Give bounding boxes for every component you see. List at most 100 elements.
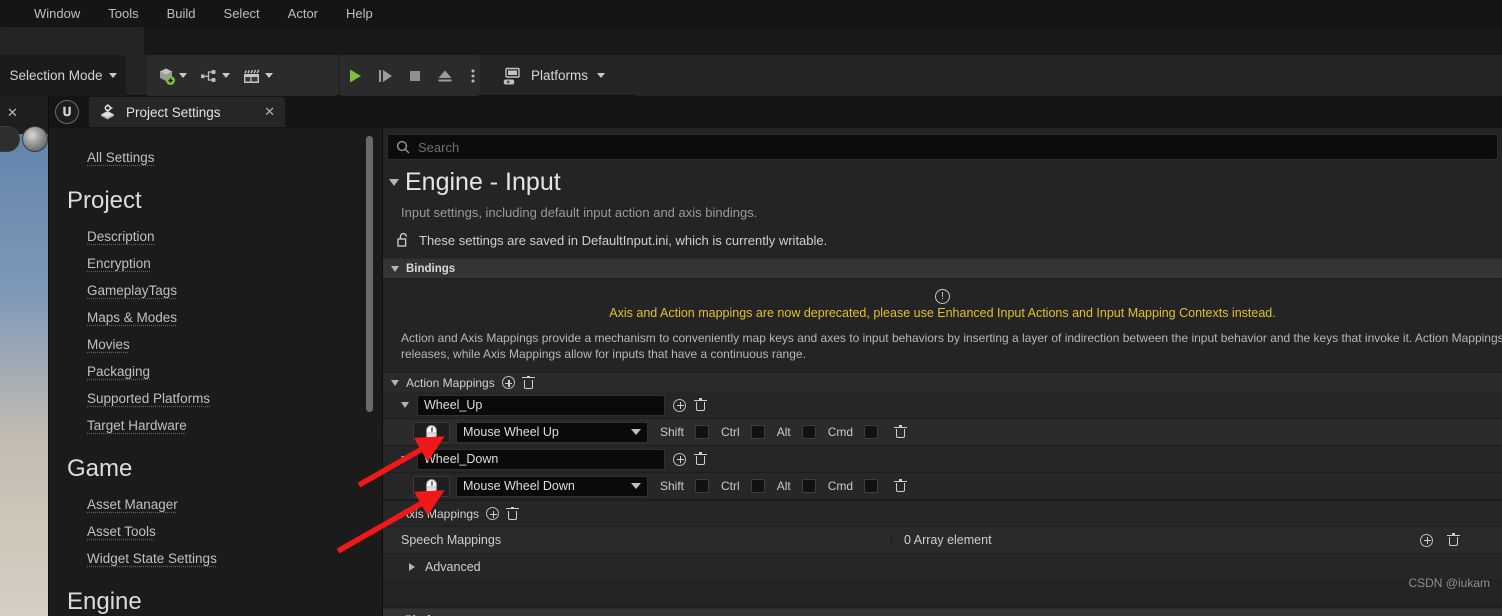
bindings-section-header[interactable]: Bindings xyxy=(383,258,1502,279)
clear-axis-mappings-button[interactable] xyxy=(506,506,520,521)
chevron-down-icon[interactable] xyxy=(401,456,409,462)
play-more-options-button[interactable] xyxy=(464,61,482,91)
section-header[interactable]: Engine - Input xyxy=(383,166,1502,197)
cmd-checkbox[interactable] xyxy=(864,479,879,493)
key-binding-row[interactable]: Mouse Wheel Up Shift Ctrl Alt Cmd xyxy=(383,419,1502,446)
key-select[interactable]: Mouse Wheel Down xyxy=(456,475,648,497)
watermark: CSDN @iukam xyxy=(1408,576,1490,590)
chevron-down-icon[interactable] xyxy=(389,179,399,186)
sidebar-item-asset-tools[interactable]: Asset Tools xyxy=(49,518,382,545)
editor-active-tab[interactable] xyxy=(0,27,144,55)
menu-bar: Window Tools Build Select Actor Help xyxy=(0,0,1502,27)
shift-checkbox[interactable] xyxy=(695,425,710,439)
cinematics-button[interactable] xyxy=(236,61,279,91)
sidebar-item-gameplaytags[interactable]: GameplayTags xyxy=(49,277,382,304)
settings-sidebar: All Settings Project Description Encrypt… xyxy=(49,128,383,616)
clear-speech-mappings-button[interactable] xyxy=(1447,533,1460,547)
delete-action-mapping-button[interactable] xyxy=(694,398,707,412)
eject-icon xyxy=(438,70,452,81)
chevron-down-icon[interactable] xyxy=(391,265,399,272)
delete-key-binding-button[interactable] xyxy=(894,425,908,439)
action-mapping-name-input[interactable]: Wheel_Down xyxy=(417,448,665,470)
tab-project-settings[interactable]: Project Settings ✕ xyxy=(89,97,285,127)
close-icon[interactable]: ✕ xyxy=(246,104,275,120)
cmd-checkbox[interactable] xyxy=(864,425,879,439)
delete-key-binding-button[interactable] xyxy=(894,479,908,493)
speech-mappings-row[interactable]: Speech Mappings 0 Array element xyxy=(383,527,1502,554)
cmd-label: Cmd xyxy=(827,479,854,493)
chevron-down-icon xyxy=(179,73,187,78)
skip-button[interactable] xyxy=(370,61,400,91)
sidebar-item-encryption[interactable]: Encryption xyxy=(49,250,382,277)
blueprints-button[interactable] xyxy=(193,61,236,91)
unlocked-padlock-icon xyxy=(397,232,408,247)
advanced-section-header[interactable]: Advanced xyxy=(383,554,1502,581)
sidebar-item-movies[interactable]: Movies xyxy=(49,331,382,358)
shift-checkbox[interactable] xyxy=(695,479,710,493)
alt-checkbox[interactable] xyxy=(801,425,816,439)
add-key-binding-button[interactable] xyxy=(673,452,686,466)
add-axis-mapping-button[interactable] xyxy=(486,507,500,520)
key-binding-row[interactable]: Mouse Wheel Down Shift Ctrl Alt Cmd xyxy=(383,473,1502,500)
mouse-icon[interactable] xyxy=(413,421,450,443)
chevron-down-icon[interactable] xyxy=(401,402,409,408)
sidebar-item-description[interactable]: Description xyxy=(49,223,382,250)
sidebar-item-target-hardware[interactable]: Target Hardware xyxy=(49,412,382,439)
ctrl-checkbox[interactable] xyxy=(750,425,765,439)
menu-item-select[interactable]: Select xyxy=(210,0,274,27)
action-mapping-row[interactable]: Wheel_Up xyxy=(383,392,1502,419)
mouse-icon[interactable] xyxy=(413,475,450,497)
axis-mappings-header[interactable]: Axis Mappings xyxy=(383,500,1502,527)
key-select-value: Mouse Wheel Up xyxy=(463,425,559,439)
project-settings-body: All Settings Project Description Encrypt… xyxy=(49,128,1502,616)
stop-button[interactable] xyxy=(400,61,430,91)
delete-action-mapping-button[interactable] xyxy=(694,452,707,466)
action-mapping-row[interactable]: Wheel_Down xyxy=(383,446,1502,473)
sidebar-item-asset-manager[interactable]: Asset Manager xyxy=(49,491,382,518)
sidebar-item-all-settings[interactable]: All Settings xyxy=(49,144,382,171)
sidebar-item-supported-platforms[interactable]: Supported Platforms xyxy=(49,385,382,412)
search-input[interactable]: Search xyxy=(387,134,1498,160)
level-viewport[interactable] xyxy=(0,96,48,616)
sidebar-item-maps-and-modes[interactable]: Maps & Modes xyxy=(49,304,382,331)
platforms-button[interactable]: Platforms xyxy=(496,61,611,91)
action-mapping-name-input[interactable]: Wheel_Up xyxy=(417,394,665,416)
sidebar-scrollbar[interactable] xyxy=(366,136,373,412)
platforms-label: Platforms xyxy=(531,68,589,83)
platforms-icon xyxy=(503,67,520,84)
save-location-note: These settings are saved in DefaultInput… xyxy=(383,220,1502,258)
sidebar-item-widget-state-settings[interactable]: Widget State Settings xyxy=(49,545,382,572)
search-icon xyxy=(396,140,410,154)
action-mappings-header[interactable]: Action Mappings xyxy=(383,372,1502,392)
add-action-mapping-button[interactable] xyxy=(501,376,515,389)
sidebar-item-packaging[interactable]: Packaging xyxy=(49,358,382,385)
cmd-label: Cmd xyxy=(827,425,854,439)
add-speech-mapping-button[interactable] xyxy=(1420,533,1433,547)
add-key-binding-button[interactable] xyxy=(673,398,686,412)
bindings-description-line2: releases, while Axis Mappings allow for … xyxy=(401,347,806,361)
selection-mode-button[interactable]: Selection Mode xyxy=(0,55,126,96)
ctrl-checkbox[interactable] xyxy=(750,479,765,493)
platforms-section-header[interactable]: Platforms xyxy=(383,608,1502,616)
close-icon[interactable]: ✕ xyxy=(7,105,18,121)
clear-action-mappings-button[interactable] xyxy=(521,375,535,390)
chevron-down-icon xyxy=(631,429,641,435)
project-settings-window: 𝐔 Project Settings ✕ All Settings Projec… xyxy=(48,96,1502,616)
toolbar-group-platforms: Platforms xyxy=(496,55,636,96)
eject-button[interactable] xyxy=(430,61,460,91)
viewport-lighting-orb-icon[interactable] xyxy=(22,126,48,152)
play-button[interactable] xyxy=(340,61,370,91)
save-location-text: These settings are saved in DefaultInput… xyxy=(419,232,828,248)
project-settings-titlebar: 𝐔 Project Settings ✕ xyxy=(49,96,1502,128)
key-select[interactable]: Mouse Wheel Up xyxy=(456,421,648,443)
menu-item-actor[interactable]: Actor xyxy=(274,0,332,27)
menu-item-build[interactable]: Build xyxy=(153,0,210,27)
menu-item-tools[interactable]: Tools xyxy=(94,0,152,27)
chevron-down-icon[interactable] xyxy=(391,379,399,386)
alt-checkbox[interactable] xyxy=(801,479,816,493)
menu-item-window[interactable]: Window xyxy=(20,0,94,27)
menu-item-help[interactable]: Help xyxy=(332,0,387,27)
chevron-right-icon[interactable] xyxy=(409,563,415,571)
bindings-description: Action and Axis Mappings provide a mecha… xyxy=(383,320,1502,364)
add-actor-button[interactable] xyxy=(150,61,193,91)
